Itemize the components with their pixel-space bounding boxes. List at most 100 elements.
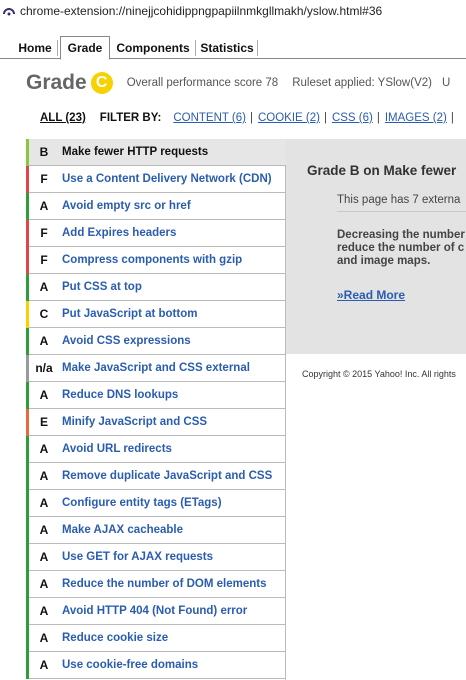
grade-color-bar (26, 328, 29, 355)
grade-header: Grade C Overall performance score 78 Rul… (26, 68, 466, 98)
rule-grade: B (39, 145, 49, 159)
rule-grade: F (40, 172, 48, 186)
rule-row[interactable]: A Make AJAX cacheable (26, 517, 286, 544)
grade-color-bar (26, 517, 29, 544)
rule-grade: A (39, 280, 49, 294)
rule-label[interactable]: Add Expires headers (62, 227, 176, 239)
grade-color-bar (26, 490, 29, 517)
grade-color-bar (26, 625, 29, 652)
rule-grade: A (39, 199, 49, 213)
grade-color-bar (26, 598, 29, 625)
url-text: chrome-extension://ninejjcohidippngpapii… (20, 4, 383, 18)
grade-color-bar (26, 382, 29, 409)
rule-label[interactable]: Compress components with gzip (62, 254, 242, 266)
performance-score: Overall performance score 78 (126, 77, 279, 89)
ruleset-extra: U (441, 77, 451, 89)
rule-row[interactable]: A Reduce DNS lookups (26, 382, 286, 409)
rule-grade: A (39, 658, 49, 672)
rule-row[interactable]: B Make fewer HTTP requests (26, 139, 286, 166)
yslow-window: chrome-extension://ninejjcohidippngpapii… (0, 0, 466, 680)
rule-row[interactable]: A Reduce the number of DOM elements (26, 571, 286, 598)
detail-description: Decreasing the number reduce the number … (337, 229, 465, 267)
rule-grade: A (39, 523, 49, 537)
grade-color-bar (26, 193, 29, 220)
rule-grade: E (39, 415, 48, 429)
rule-grade: A (39, 442, 49, 456)
rule-row[interactable]: A Avoid empty src or href (26, 193, 286, 220)
rule-row[interactable]: n/a Make JavaScript and CSS external (26, 355, 286, 382)
grade-color-bar (26, 436, 29, 463)
rule-label[interactable]: Configure entity tags (ETags) (62, 497, 222, 509)
copyright-text: Copyright © 2015 Yahoo! Inc. All rights (302, 369, 456, 379)
filter-content-link[interactable]: CONTENT (6) (173, 112, 246, 124)
rule-label[interactable]: Avoid empty src or href (62, 200, 191, 212)
rule-row[interactable]: A Avoid CSS expressions (26, 328, 286, 355)
rule-label[interactable]: Use a Content Delivery Network (CDN) (62, 173, 272, 185)
rule-label[interactable]: Avoid CSS expressions (62, 335, 191, 347)
rule-label[interactable]: Minify JavaScript and CSS (62, 416, 207, 428)
grade-color-bar (26, 166, 29, 193)
filter-cookie-link[interactable]: COOKIE (2) (258, 112, 320, 124)
rule-label[interactable]: Make JavaScript and CSS external (62, 362, 250, 374)
rule-row[interactable]: E Minify JavaScript and CSS (26, 409, 286, 436)
grade-color-bar (26, 301, 29, 328)
rule-label[interactable]: Reduce cookie size (62, 632, 168, 644)
rule-row[interactable]: C Put JavaScript at bottom (26, 301, 286, 328)
tab-home[interactable]: Home (12, 36, 58, 59)
filter-images-link[interactable]: IMAGES (2) (385, 112, 447, 124)
rule-label[interactable]: Use cookie-free domains (62, 659, 198, 671)
grade-color-bar (26, 139, 29, 166)
grade-color-bar (26, 544, 29, 571)
rule-grade: A (39, 550, 49, 564)
rule-grade: A (39, 334, 49, 348)
filter-css-link[interactable]: CSS (6) (332, 112, 373, 124)
tab-components[interactable]: Components (110, 36, 196, 59)
rule-row[interactable]: A Avoid URL redirects (26, 436, 286, 463)
grade-color-bar (26, 355, 29, 382)
rule-row[interactable]: A Reduce cookie size (26, 625, 286, 652)
rule-grade: A (39, 388, 49, 402)
rule-row[interactable]: A Put CSS at top (26, 274, 286, 301)
rule-row[interactable]: A Use cookie-free domains (26, 652, 286, 679)
tab-grade[interactable]: Grade (60, 36, 110, 60)
rule-grade: F (40, 226, 48, 240)
rule-grade: F (40, 253, 48, 267)
grade-color-bar (26, 571, 29, 598)
rule-row[interactable]: F Use a Content Delivery Network (CDN) (26, 166, 286, 193)
rule-label[interactable]: Avoid URL redirects (62, 443, 172, 455)
rule-label[interactable]: Make AJAX cacheable (62, 524, 183, 536)
rule-row[interactable]: A Use GET for AJAX requests (26, 544, 286, 571)
rule-label[interactable]: Use GET for AJAX requests (62, 551, 213, 563)
rule-label[interactable]: Reduce DNS lookups (62, 389, 178, 401)
detail-title: Grade B on Make fewer (307, 163, 457, 178)
detail-summary: This page has 7 externa (337, 194, 461, 206)
rule-row[interactable]: A Remove duplicate JavaScript and CSS (26, 463, 286, 490)
detail-divider (337, 211, 466, 212)
rule-label[interactable]: Put JavaScript at bottom (62, 308, 197, 320)
grade-color-bar (26, 247, 29, 274)
rule-label[interactable]: Remove duplicate JavaScript and CSS (62, 470, 272, 482)
rule-label[interactable]: Make fewer HTTP requests (62, 146, 208, 158)
rule-label[interactable]: Put CSS at top (62, 281, 142, 293)
address-bar[interactable]: chrome-extension://ninejjcohidippngpapii… (0, 0, 466, 22)
filter-all-link[interactable]: ALL (23) (40, 112, 86, 124)
rule-label[interactable]: Avoid HTTP 404 (Not Found) error (62, 605, 247, 617)
rule-grade: A (39, 604, 49, 618)
rule-row[interactable]: A Configure entity tags (ETags) (26, 490, 286, 517)
rule-row[interactable]: A Avoid HTTP 404 (Not Found) error (26, 598, 286, 625)
rules-list: B Make fewer HTTP requests F Use a Content … (26, 139, 286, 680)
rule-row[interactable]: F Add Expires headers (26, 220, 286, 247)
filter-bar: ALL (23) FILTER BY: CONTENT (6) | COOKIE… (40, 112, 454, 124)
grade-color-bar (26, 463, 29, 490)
rule-grade: A (39, 496, 49, 510)
grade-color-bar (26, 652, 29, 679)
rule-label[interactable]: Reduce the number of DOM elements (62, 578, 266, 590)
grade-color-bar (26, 409, 29, 436)
rule-grade: A (39, 631, 49, 645)
read-more-link[interactable]: »Read More (337, 288, 405, 302)
rule-grade: A (39, 577, 49, 591)
filter-by-label: FILTER BY: (99, 112, 162, 124)
tab-statistics[interactable]: Statistics (196, 36, 258, 59)
rule-grade: n/a (35, 361, 53, 375)
rule-row[interactable]: F Compress components with gzip (26, 247, 286, 274)
